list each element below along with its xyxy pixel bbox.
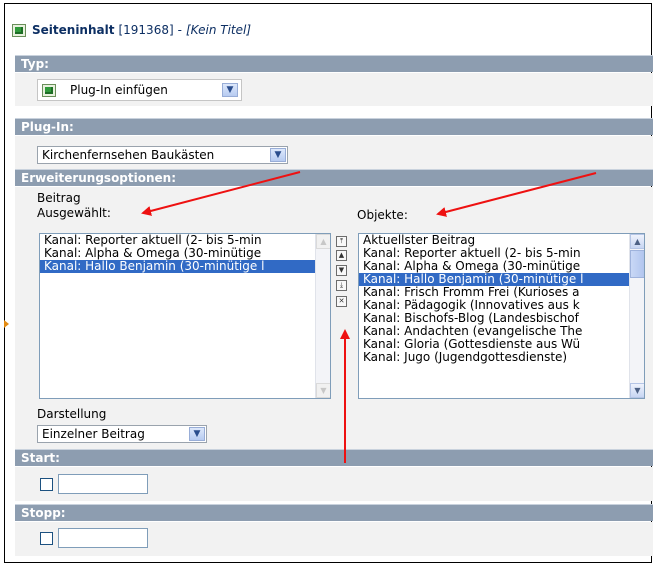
plugin-type-icon xyxy=(42,83,56,97)
list-item[interactable]: Kanal: Alpha & Omega (30-minütige xyxy=(359,260,644,273)
objects-scrollbar[interactable]: ▲ ▼ xyxy=(629,234,644,398)
list-item[interactable]: Kanal: Gloria (Gottesdienste aus Wü xyxy=(359,338,644,351)
list-item[interactable]: Kanal: Jugo (Jugendgottesdienste) xyxy=(359,351,644,364)
typ-select[interactable]: Plug-In einfügen xyxy=(37,79,242,101)
chevron-down-icon[interactable] xyxy=(270,148,286,162)
list-item[interactable]: Kanal: Hallo Benjamin (30-minütige l xyxy=(40,260,330,273)
move-up-button[interactable]: ▲ xyxy=(336,250,347,261)
list-item[interactable]: Kanal: Alpha & Omega (30-minütige xyxy=(40,247,330,260)
plugin-icon xyxy=(12,23,26,37)
scroll-thumb[interactable] xyxy=(630,250,644,278)
typ-select-value: Plug-In einfügen xyxy=(70,83,168,97)
list-item[interactable]: Kanal: Frisch Fromm Frei (Kurioses a xyxy=(359,286,644,299)
selected-scrollbar[interactable]: ▲ ▼ xyxy=(315,234,330,398)
title-note: [Kein Titel] xyxy=(185,23,252,37)
list-item[interactable]: Kanal: Hallo Benjamin (30-minütige l xyxy=(359,273,644,286)
plugin-select-value: Kirchenfernsehen Baukästen xyxy=(42,148,215,162)
list-item[interactable]: Kanal: Reporter aktuell (2- bis 5-min xyxy=(359,247,644,260)
page-title: Seiteninhalt xyxy=(32,23,115,37)
stopp-date-input[interactable] xyxy=(58,528,148,548)
section-plugin: Plug-In: xyxy=(15,118,653,135)
plugin-select[interactable]: Kirchenfernsehen Baukästen xyxy=(37,146,288,164)
scroll-up-icon[interactable]: ▲ xyxy=(316,234,330,249)
row-marker-icon xyxy=(4,320,9,328)
beitrag-label: Beitrag xyxy=(37,191,81,205)
section-stopp: Stopp: xyxy=(15,504,653,521)
darstellung-value: Einzelner Beitrag xyxy=(42,427,145,441)
start-date-input[interactable] xyxy=(58,474,148,494)
list-item[interactable]: Kanal: Andachten (evangelische The xyxy=(359,325,644,338)
stopp-checkbox[interactable] xyxy=(40,532,53,545)
list-item[interactable]: Kanal: Pädagogik (Innovatives aus k xyxy=(359,299,644,312)
selected-listbox[interactable]: Kanal: Reporter aktuell (2- bis 5-min Kan… xyxy=(39,233,331,399)
scroll-down-icon[interactable]: ▼ xyxy=(316,383,330,398)
list-item[interactable]: Kanal: Bischofs-Blog (Landesbischof xyxy=(359,312,644,325)
page-title-row: Seiteninhalt [191368] - [Kein Titel] xyxy=(12,22,251,38)
section-start: Start: xyxy=(15,449,653,466)
remove-item-button[interactable]: ✕ xyxy=(336,296,347,307)
start-checkbox[interactable] xyxy=(40,478,53,491)
list-item[interactable]: Aktuellster Beitrag xyxy=(359,234,644,247)
darstellung-label: Darstellung xyxy=(37,407,107,421)
chevron-down-icon[interactable] xyxy=(189,427,205,441)
scroll-down-icon[interactable]: ▼ xyxy=(630,383,644,398)
darstellung-select[interactable]: Einzelner Beitrag xyxy=(37,425,207,443)
move-bottom-button[interactable]: ⤓ xyxy=(336,280,347,291)
section-erweiterungsoptionen: Erweiterungsoptionen: xyxy=(15,169,653,186)
selected-items: Kanal: Reporter aktuell (2- bis 5-min Kan… xyxy=(40,234,330,273)
move-down-button[interactable]: ▼ xyxy=(336,265,347,276)
ausgewaehlt-label: Ausgewählt: xyxy=(37,206,111,220)
objekte-label: Objekte: xyxy=(357,208,408,222)
move-top-button[interactable]: ⤒ xyxy=(336,236,347,247)
object-items: Aktuellster Beitrag Kanal: Reporter aktue… xyxy=(359,234,644,364)
section-typ: Typ: xyxy=(15,55,653,72)
page-id: [191368] xyxy=(118,23,174,37)
list-item[interactable]: Kanal: Reporter aktuell (2- bis 5-min xyxy=(40,234,330,247)
scroll-up-icon[interactable]: ▲ xyxy=(630,234,644,249)
chevron-down-icon[interactable] xyxy=(222,83,238,97)
title-separator: - xyxy=(177,23,182,37)
objects-listbox[interactable]: Aktuellster Beitrag Kanal: Reporter aktue… xyxy=(358,233,645,399)
